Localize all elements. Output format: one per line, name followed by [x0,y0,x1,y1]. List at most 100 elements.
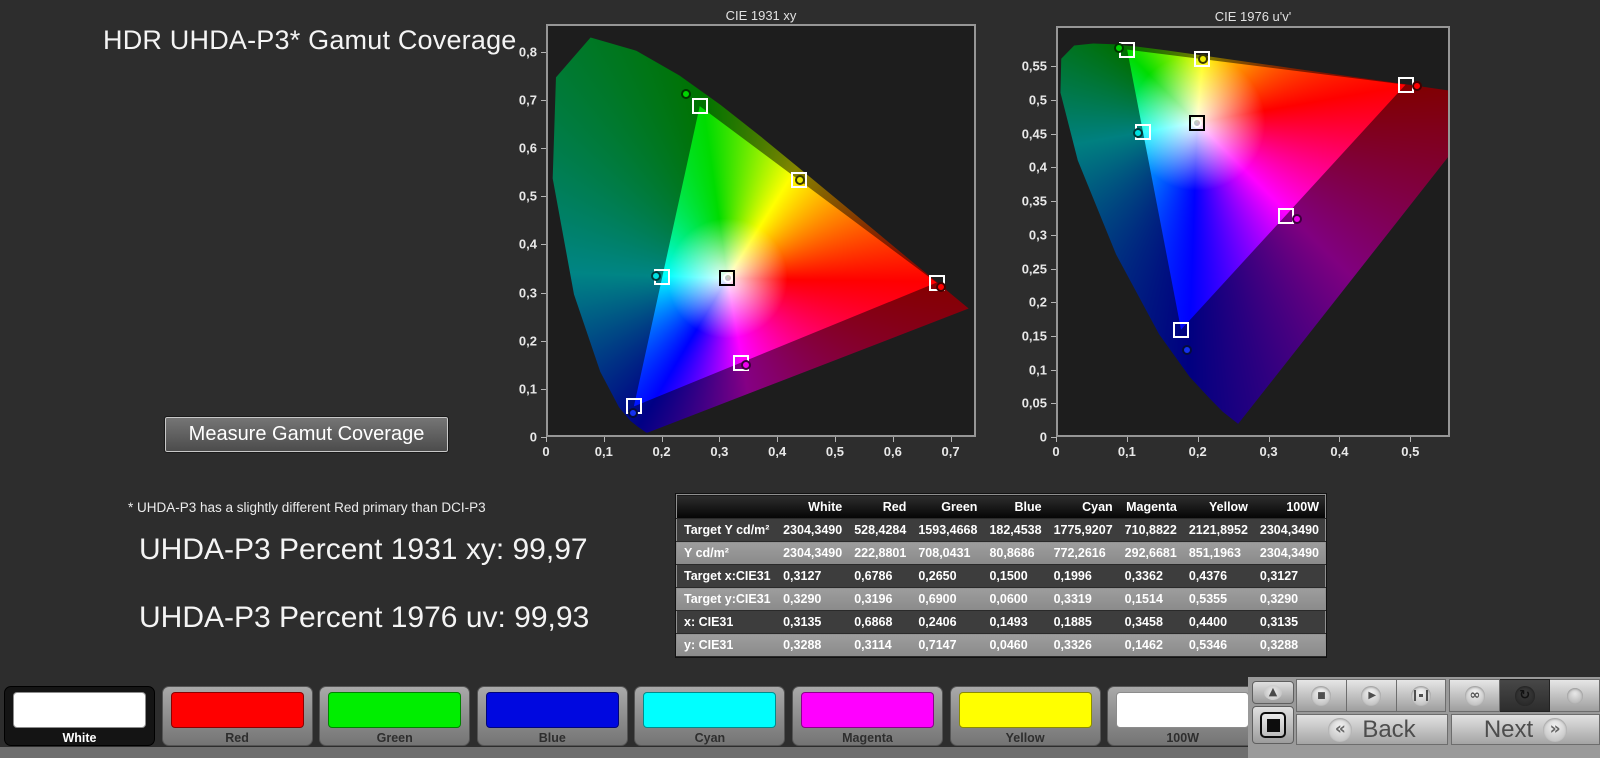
red-target-marker [1398,77,1414,93]
measurement-table-header: WhiteRedGreenBlueCyanMagentaYellow100W [677,495,1326,519]
blue-target-marker [1173,322,1189,338]
x-axis-tick-label: 0,4 [1330,444,1348,459]
y-axis-tick-label: 0 [530,430,537,445]
table-cell: 292,6681 [1119,542,1183,565]
pattern-swatch-cyan[interactable]: Cyan [634,686,785,746]
y-axis-tick-label: 0,2 [1029,295,1047,310]
table-cell: 0,3135 [777,611,848,634]
table-cell: 0,0460 [983,634,1047,657]
pattern-window-button[interactable] [1252,706,1294,744]
magenta-measured-marker [741,360,751,370]
y-axis-tick-label: 0,3 [1029,227,1047,242]
record-icon [1567,688,1583,704]
swatch-label: White [5,731,154,745]
y-axis-tick-label: 0,8 [519,44,537,59]
y-axis-tick [1051,437,1056,438]
table-row: x: CIE310,31350,68680,24060,14930,18850,… [677,611,1326,634]
y-axis-tick-label: 0,1 [519,381,537,396]
column-header-white: White [777,495,848,519]
table-cell: 0,2406 [912,611,983,634]
y-axis-tick-label: 0 [1040,430,1047,445]
continuous-measure-button[interactable]: ∞ [1449,679,1500,712]
loop-measure-button[interactable]: ↻ [1500,679,1550,712]
y-axis-tick [541,244,546,245]
x-axis-tick [719,437,720,442]
single-measure-button[interactable] [1397,679,1447,712]
y-axis-tick-label: 0,5 [519,189,537,204]
swatch-label: Magenta [793,731,942,745]
y-axis-tick-label: 0,3 [519,285,537,300]
blue-measured-marker [1182,345,1192,355]
table-cell: 182,4538 [983,519,1047,542]
pattern-swatch-green[interactable]: Green [319,686,470,746]
table-cell: 2304,3490 [777,542,848,565]
swatch-color-sample [643,692,776,728]
table-cell: 851,1963 [1183,542,1254,565]
column-header-blue: Blue [983,495,1047,519]
swatch-color-sample [1116,692,1249,728]
x-axis-tick [1056,437,1057,442]
record-button[interactable] [1550,679,1600,712]
y-axis-tick [1051,167,1056,168]
back-button[interactable]: « Back [1296,714,1448,745]
next-button[interactable]: Next » [1451,714,1600,745]
table-corner-cell [677,495,778,519]
column-header-cyan: Cyan [1048,495,1119,519]
pattern-swatch-yellow[interactable]: Yellow [950,686,1101,746]
y-axis-tick [1051,235,1056,236]
table-cell: 222,8801 [848,542,912,565]
table-cell: 0,3288 [1254,634,1326,657]
y-axis-tick-label: 0,4 [519,237,537,252]
pattern-swatch-white[interactable]: White [4,686,155,746]
chevron-up-icon: ▲ [1264,685,1282,700]
table-cell: 0,4376 [1183,565,1254,588]
cie-1931-chart-title: CIE 1931 xy [546,8,976,23]
y-axis-tick-label: 0,1 [1029,362,1047,377]
table-cell: 0,1996 [1048,565,1119,588]
control-panel: ▲ ■ ▶ ∞ ↻ [1248,677,1600,758]
pattern-swatch-red[interactable]: Red [162,686,313,746]
x-axis-tick-label: 0,1 [1118,444,1136,459]
table-cell: 0,1514 [1119,588,1183,611]
table-cell: 708,0431 [912,542,983,565]
swatch-label: 100W [1108,731,1257,745]
x-axis-tick [1198,437,1199,442]
table-cell: 0,3288 [777,634,848,657]
white-measured-marker [1192,118,1202,128]
percent-1931-xy-readout: UHDA-P3 Percent 1931 xy: 99,97 [139,533,588,567]
uhda-p3-footnote: * UHDA-P3 has a slightly different Red p… [128,500,486,515]
collapse-panel-button[interactable]: ▲ [1252,681,1294,704]
column-header-magenta: Magenta [1119,495,1183,519]
table-cell: 0,3127 [777,565,848,588]
swatch-color-sample [801,692,934,728]
white-measured-marker [723,273,733,283]
pattern-swatch-100w[interactable]: 100W [1107,686,1258,746]
play-button[interactable]: ▶ [1347,679,1397,712]
table-row: y: CIE310,32880,31140,71470,04600,33260,… [677,634,1326,657]
pattern-swatch-blue[interactable]: Blue [477,686,628,746]
x-axis-tick-label: 0,7 [942,444,960,459]
cyan-measured-marker [651,271,661,281]
swatch-label: Green [320,731,469,745]
x-axis-tick-label: 0,1 [595,444,613,459]
stop-button[interactable]: ■ [1296,679,1347,712]
y-axis-tick-label: 0,05 [1022,396,1047,411]
magenta-target-marker [1278,208,1294,224]
table-cell: 0,3135 [1254,611,1326,634]
stop-icon: ■ [1311,686,1331,706]
x-axis-tick-label: 0,3 [1260,444,1278,459]
back-button-label: Back [1362,716,1415,744]
table-cell: 2121,8952 [1183,519,1254,542]
swatch-color-sample [959,692,1092,728]
row-label: y: CIE31 [677,634,778,657]
column-header-yellow: Yellow [1183,495,1254,519]
table-cell: 0,3319 [1048,588,1119,611]
x-axis-tick-label: 0,4 [768,444,786,459]
pattern-swatch-magenta[interactable]: Magenta [792,686,943,746]
magenta-measured-marker [1292,214,1302,224]
loop-icon: ↻ [1515,686,1535,706]
measure-gamut-coverage-button[interactable]: Measure Gamut Coverage [165,417,448,452]
cie-1931-chart: 00,10,20,30,40,50,60,700,10,20,30,40,50,… [546,24,976,437]
x-axis-tick [777,437,778,442]
table-cell: 0,3458 [1119,611,1183,634]
